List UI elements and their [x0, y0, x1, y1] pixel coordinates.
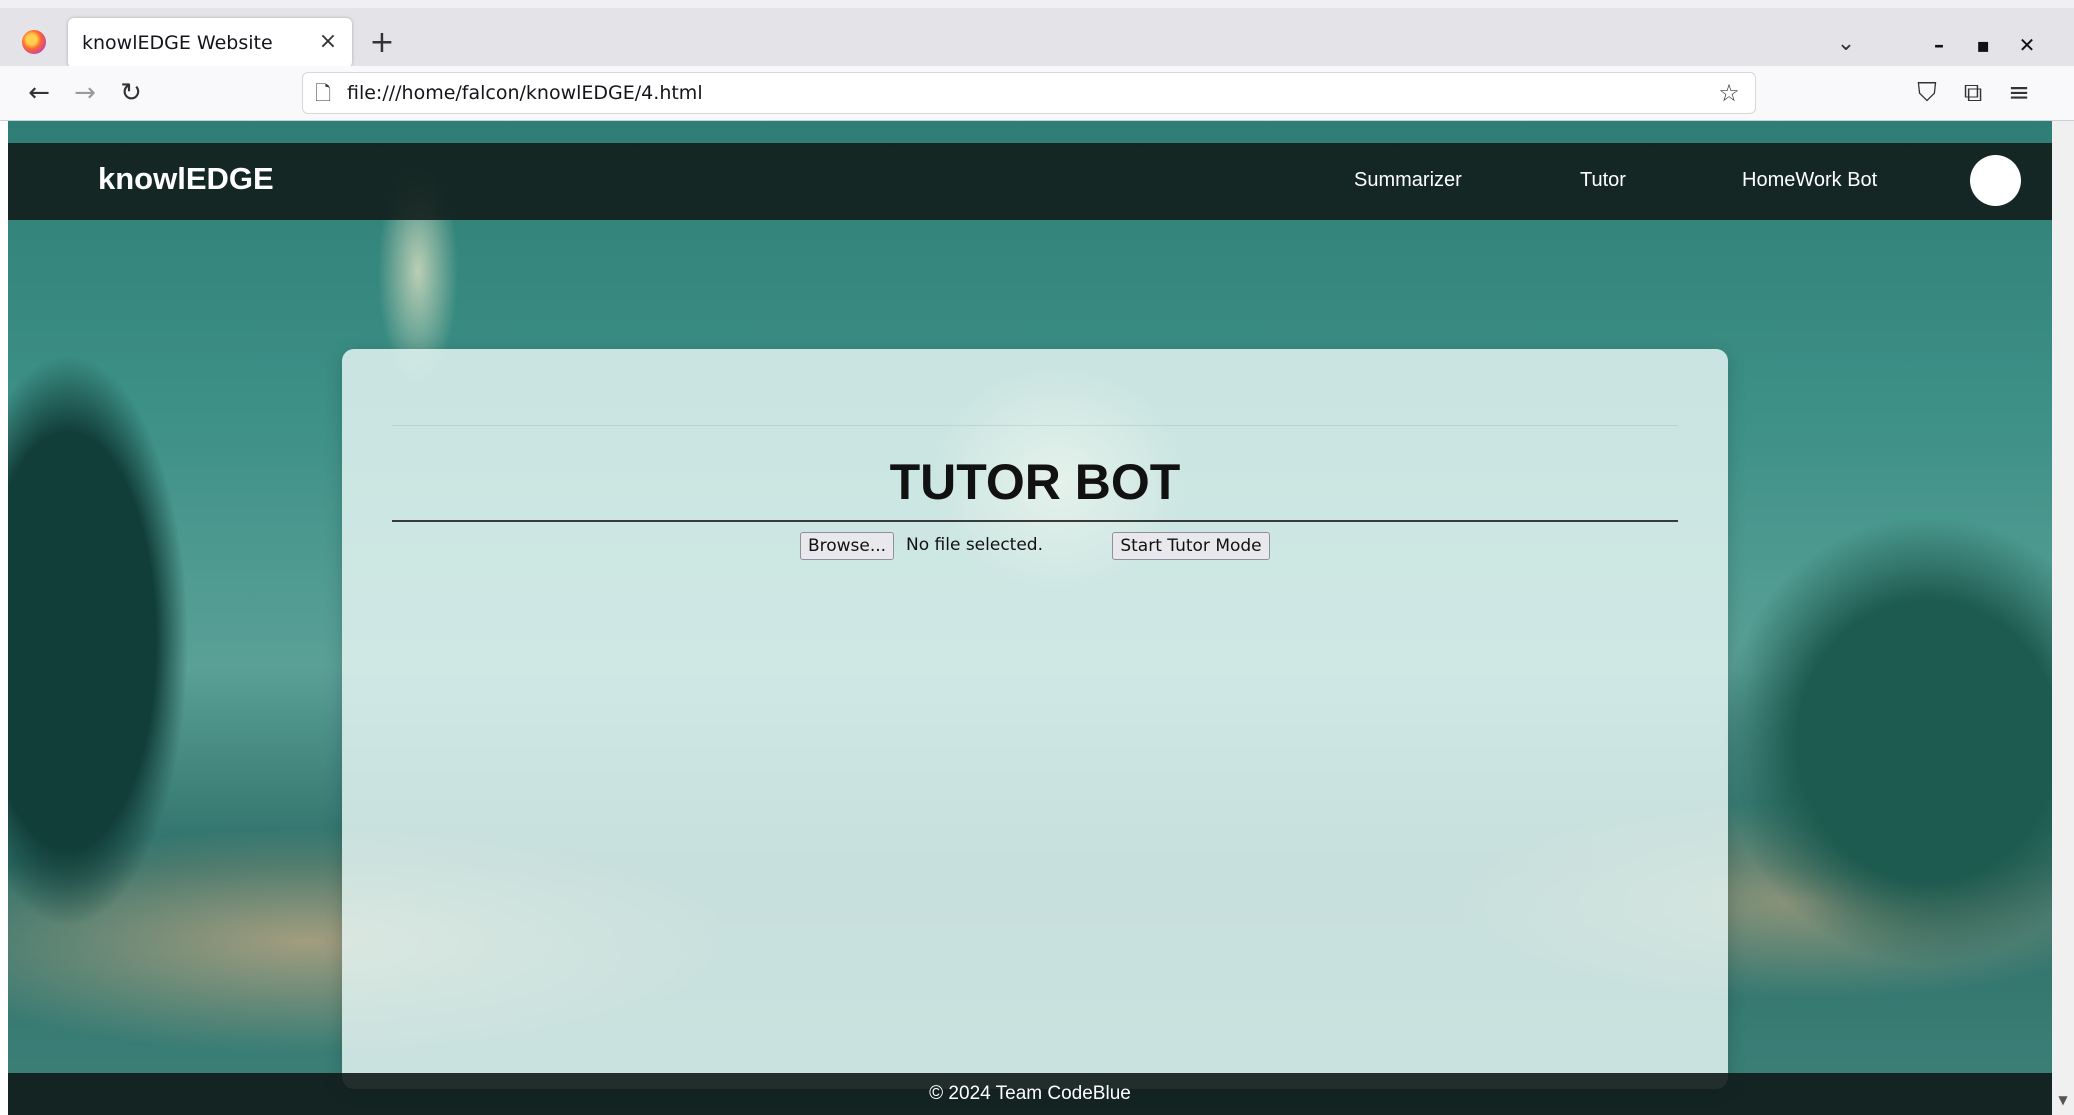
nav-link-homework-bot[interactable]: HomeWork Bot: [1742, 169, 1877, 192]
maximize-window-button[interactable]: ▪: [1968, 30, 1998, 60]
file-status-text: No file selected.: [906, 535, 1043, 555]
site-header: knowlEDGE Summarizer Tutor HomeWork Bot: [8, 143, 2052, 220]
page-title: TUTOR BOT: [889, 454, 1181, 510]
pocket-icon[interactable]: ⛉: [1910, 76, 1944, 110]
browse-file-button[interactable]: Browse...: [800, 532, 894, 560]
scroll-down-arrow-icon[interactable]: ▼: [2056, 1093, 2070, 1107]
tab-strip: knowlEDGE Website × + ⌄ – ▪ ✕: [0, 8, 2074, 68]
firefox-logo-icon: [22, 30, 46, 54]
footer-copyright: © 2024 Team CodeBlue: [929, 1083, 1131, 1104]
minimize-window-button[interactable]: –: [1924, 30, 1954, 60]
browser-tab[interactable]: knowlEDGE Website ×: [68, 18, 352, 68]
reload-icon[interactable]: ↻: [114, 76, 148, 110]
tab-title: knowlEDGE Website: [82, 32, 273, 54]
url-bar[interactable]: 🗋 file:///home/falcon/knowlEDGE/4.html ☆: [302, 72, 1756, 114]
background-tree-right: [1708, 441, 2052, 1041]
app-menu-icon[interactable]: ≡: [2002, 76, 2036, 110]
page-scrollbar[interactable]: ▼: [2052, 121, 2074, 1115]
site-brand[interactable]: knowlEDGE: [98, 161, 274, 197]
site-footer: © 2024 Team CodeBlue: [8, 1073, 2052, 1115]
tab-list-chevron-icon[interactable]: ⌄: [1830, 28, 1862, 60]
back-arrow-icon[interactable]: ←: [22, 76, 56, 110]
background-tree-left: [8, 241, 348, 1061]
avatar[interactable]: [1970, 155, 2021, 206]
nav-link-tutor[interactable]: Tutor: [1580, 169, 1626, 192]
bookmark-star-icon[interactable]: ☆: [1713, 77, 1745, 109]
url-text[interactable]: file:///home/falcon/knowlEDGE/4.html: [347, 82, 703, 104]
extensions-icon[interactable]: ⧉: [1956, 76, 1990, 110]
page-background: knowlEDGE Summarizer Tutor HomeWork Bot …: [8, 121, 2052, 1115]
close-window-button[interactable]: ✕: [2012, 30, 2042, 60]
start-tutor-mode-button[interactable]: Start Tutor Mode: [1112, 532, 1270, 560]
new-tab-button[interactable]: +: [366, 28, 398, 60]
close-tab-icon[interactable]: ×: [314, 28, 342, 56]
title-underline: [392, 520, 1678, 522]
tutor-card: TUTOR BOT Browse... No file selected. St…: [342, 349, 1728, 1089]
forward-arrow-icon[interactable]: →: [68, 76, 102, 110]
browser-toolbar: ← → ↻ 🗋 file:///home/falcon/knowlEDGE/4.…: [0, 66, 2074, 120]
browser-chrome: knowlEDGE Website × + ⌄ – ▪ ✕ ← → ↻ 🗋 fi…: [0, 0, 2074, 121]
page-icon: 🗋: [315, 81, 332, 105]
nav-link-summarizer[interactable]: Summarizer: [1354, 169, 1462, 192]
card-divider-top: [392, 425, 1678, 426]
